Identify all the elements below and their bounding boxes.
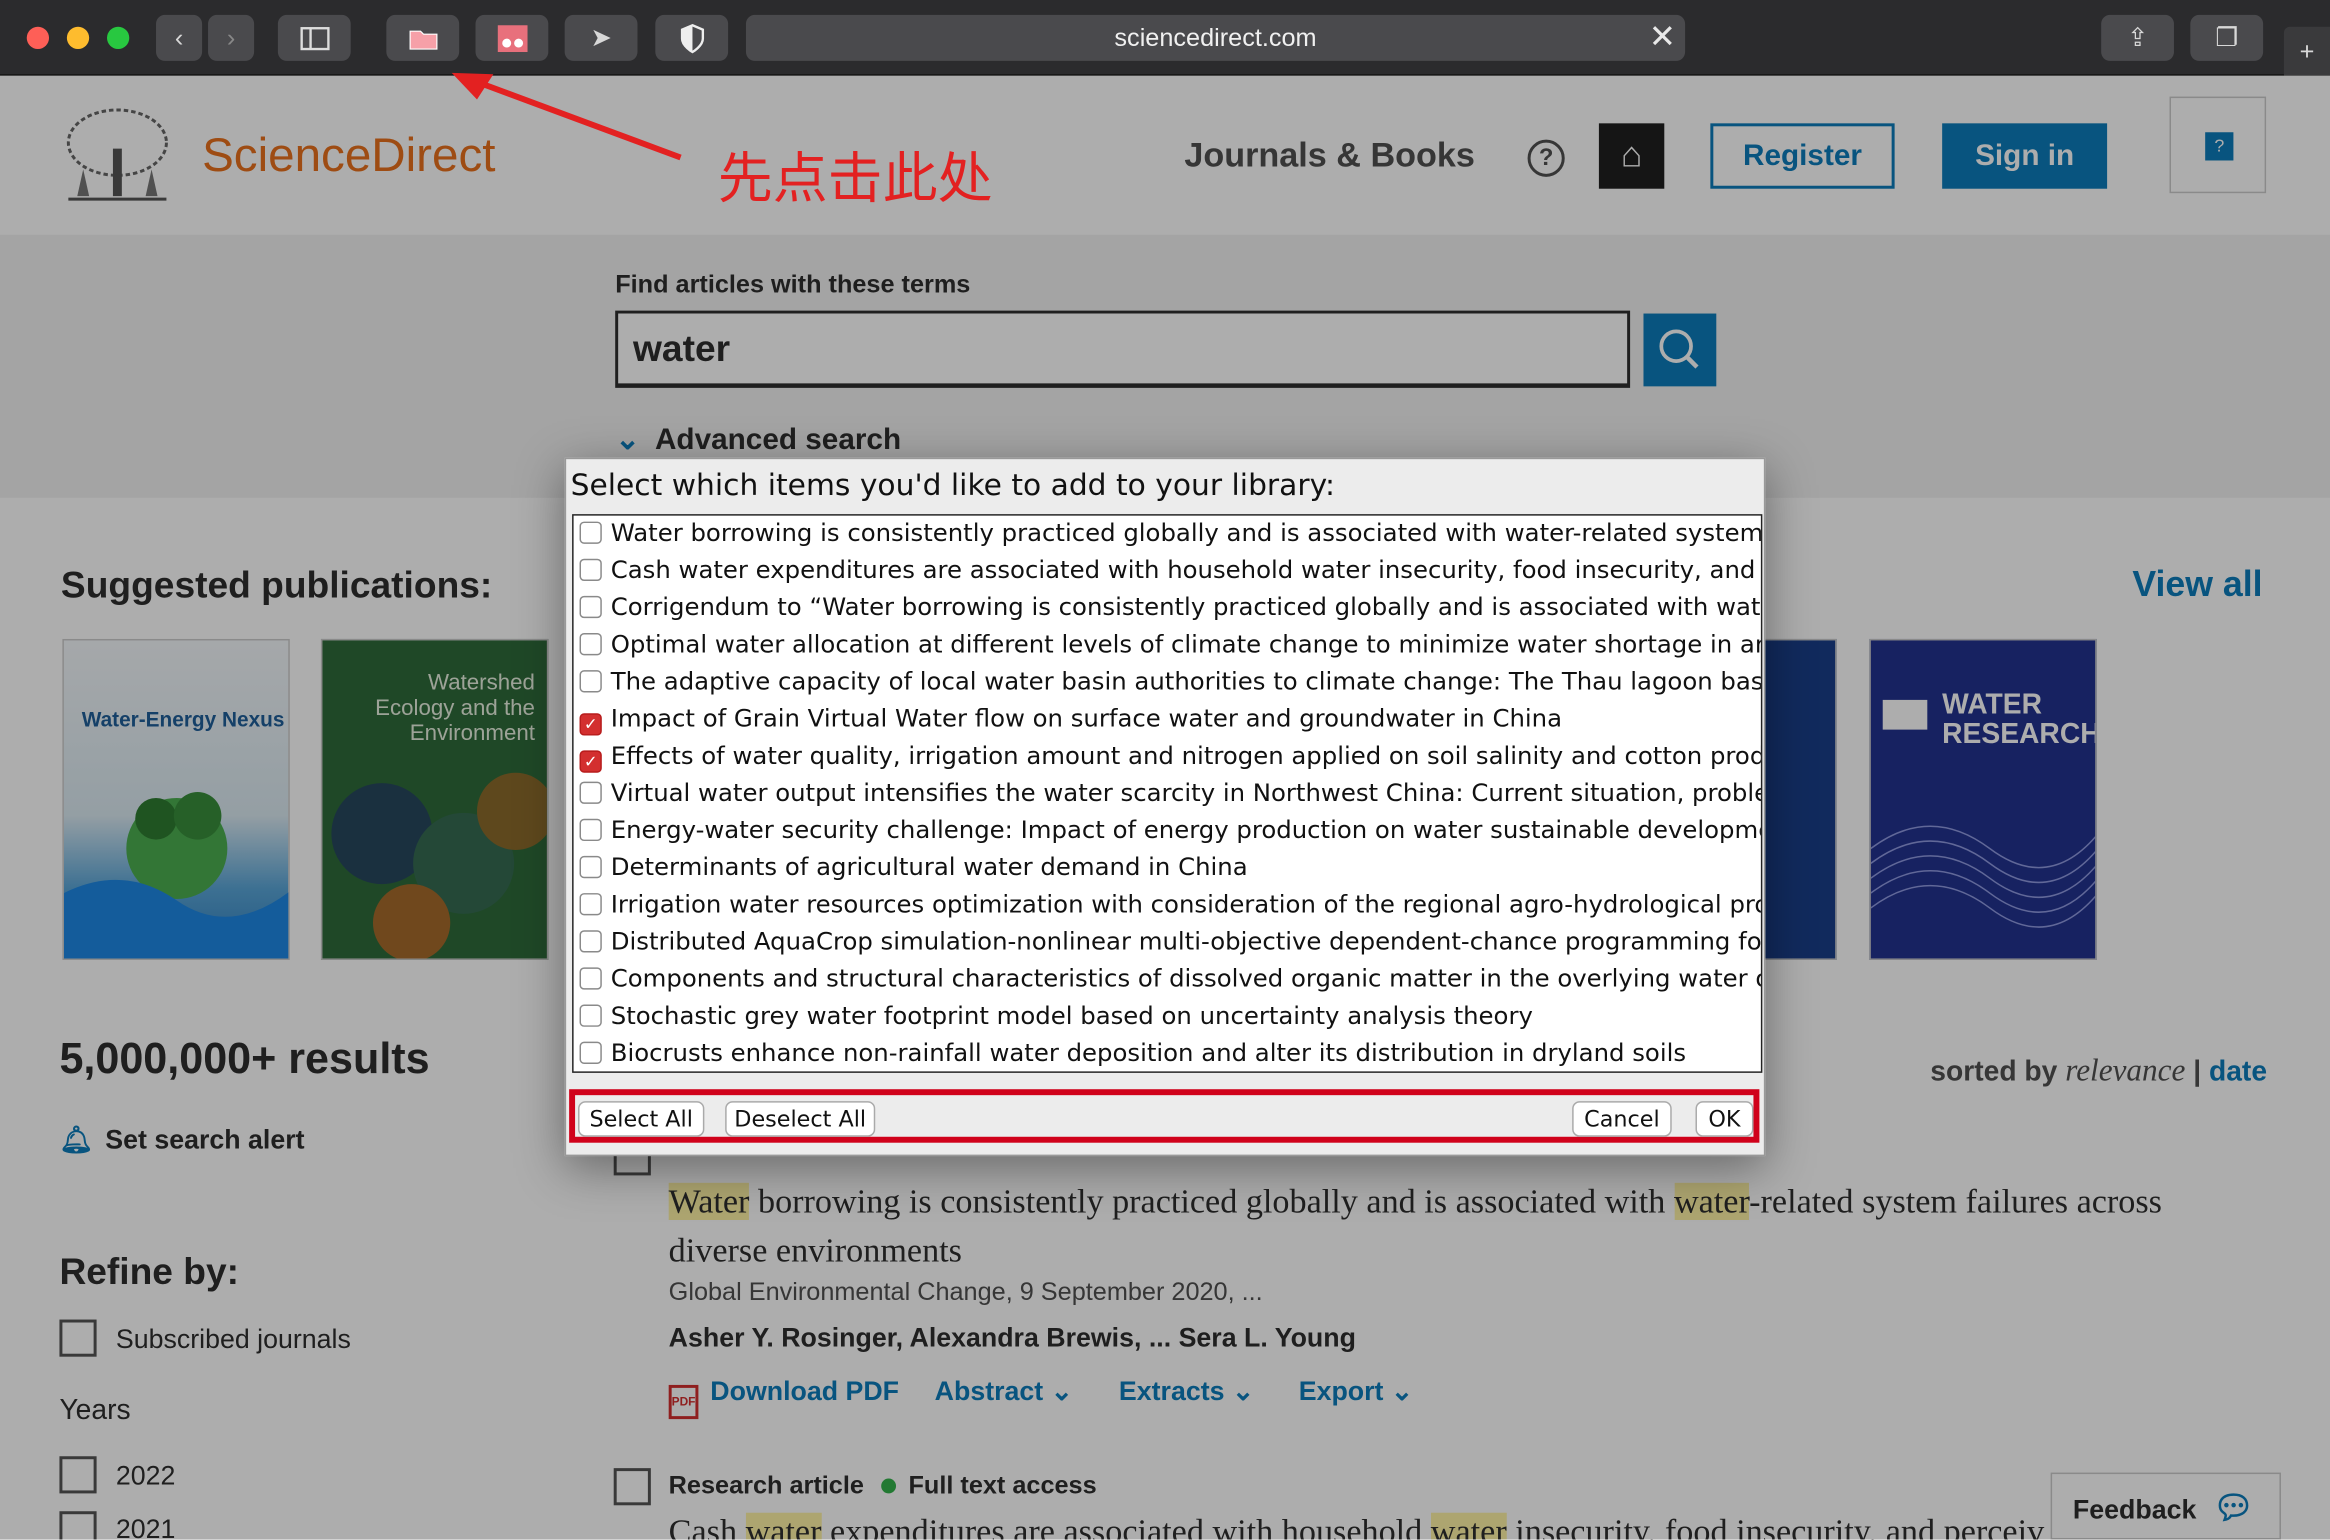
item-label: The adaptive capacity of local water bas… bbox=[610, 667, 1763, 696]
list-item[interactable]: Water borrowing is consistently practice… bbox=[579, 518, 1763, 556]
list-item[interactable]: Corrigendum to “Water borrowing is consi… bbox=[579, 592, 1763, 630]
annotation-arrow-icon bbox=[451, 72, 682, 161]
item-label: Energy-water security challenge: Impact … bbox=[610, 815, 1763, 845]
list-item[interactable]: ✓ Effects of water quality, irrigation am… bbox=[579, 741, 1763, 778]
list-item[interactable]: Virtual water output intensifies the wat… bbox=[579, 778, 1763, 816]
annotation-text: 先点击此处 bbox=[717, 147, 993, 212]
item-checkbox[interactable] bbox=[579, 558, 602, 582]
item-checkbox[interactable] bbox=[579, 521, 602, 544]
ok-button[interactable]: OK bbox=[1695, 1101, 1754, 1137]
deselect-all-button[interactable]: Deselect All bbox=[725, 1101, 876, 1137]
list-item[interactable]: The adaptive capacity of local water bas… bbox=[579, 667, 1763, 704]
address-bar[interactable]: sciencedirect.com ✕ bbox=[745, 14, 1686, 61]
items-list[interactable]: Water borrowing is consistently practice… bbox=[572, 514, 1763, 1073]
list-item[interactable]: Determinants of agricultural water deman… bbox=[579, 852, 1248, 890]
select-all-button[interactable]: Select All bbox=[578, 1101, 705, 1137]
cancel-button[interactable]: Cancel bbox=[1572, 1101, 1672, 1137]
item-label: Corrigendum to “Water borrowing is consi… bbox=[610, 592, 1763, 622]
tabs-icon: ❐ bbox=[2215, 23, 2239, 52]
share-icon: ⇪ bbox=[2126, 23, 2149, 52]
item-checkbox[interactable] bbox=[579, 1041, 602, 1064]
new-tab-button[interactable]: + bbox=[2283, 26, 2330, 76]
item-label: Distributed AquaCrop simulation-nonlinea… bbox=[610, 927, 1763, 956]
tabs-overview-button[interactable]: ❐ bbox=[2190, 14, 2264, 61]
item-label: Virtual water output intensifies the wat… bbox=[610, 778, 1763, 807]
list-item[interactable]: Cash water expenditures are associated w… bbox=[579, 555, 1763, 593]
item-checkbox[interactable] bbox=[579, 670, 602, 693]
item-checkbox[interactable] bbox=[579, 595, 602, 619]
screen: ‹ › ➤ sciencedirect.com ✕ ⇪ ❐ + ScienceD… bbox=[0, 0, 2330, 1540]
add-to-library-dialog: Select which items you'd like to add to … bbox=[564, 457, 1766, 1157]
item-checkbox-checked[interactable]: ✓ bbox=[579, 713, 602, 736]
dialog-button-bar: Select All Deselect All Cancel OK bbox=[569, 1089, 1760, 1143]
item-checkbox[interactable] bbox=[579, 1004, 602, 1027]
dialog-prompt: Select which items you'd like to add to … bbox=[570, 466, 1336, 503]
item-checkbox[interactable] bbox=[579, 781, 602, 804]
plus-icon: + bbox=[2299, 36, 2315, 65]
list-item[interactable]: Components and structural characteristic… bbox=[579, 964, 1763, 1001]
item-checkbox-checked[interactable]: ✓ bbox=[579, 750, 602, 773]
list-item[interactable]: Biocrusts enhance non-rainfall water dep… bbox=[579, 1038, 1687, 1072]
item-checkbox[interactable] bbox=[579, 855, 602, 879]
list-item[interactable]: Distributed AquaCrop simulation-nonlinea… bbox=[579, 927, 1763, 964]
item-checkbox[interactable] bbox=[579, 818, 602, 842]
item-label: Water borrowing is consistently practice… bbox=[610, 518, 1763, 547]
clear-address-icon[interactable]: ✕ bbox=[1649, 18, 1676, 57]
list-item[interactable]: Energy-water security challenge: Impact … bbox=[579, 815, 1763, 853]
item-label: Biocrusts enhance non-rainfall water dep… bbox=[610, 1038, 1687, 1067]
item-checkbox[interactable] bbox=[579, 893, 602, 916]
item-label: Effects of water quality, irrigation amo… bbox=[610, 741, 1763, 770]
item-checkbox[interactable] bbox=[579, 633, 602, 656]
share-button[interactable]: ⇪ bbox=[2101, 14, 2174, 61]
item-label: Determinants of agricultural water deman… bbox=[610, 852, 1248, 882]
item-checkbox[interactable] bbox=[579, 930, 602, 953]
item-label: Optimal water allocation at different le… bbox=[610, 630, 1763, 659]
list-item[interactable]: Irrigation water resources optimization … bbox=[579, 890, 1763, 927]
item-label: Irrigation water resources optimization … bbox=[610, 890, 1763, 919]
list-item[interactable]: Stochastic grey water footprint model ba… bbox=[579, 1001, 1533, 1039]
item-checkbox[interactable] bbox=[579, 967, 602, 990]
url-text: sciencedirect.com bbox=[1114, 23, 1317, 53]
item-label: Components and structural characteristic… bbox=[610, 964, 1763, 993]
list-item[interactable]: ✓ Impact of Grain Virtual Water flow on s… bbox=[579, 704, 1563, 741]
list-item[interactable]: Optimal water allocation at different le… bbox=[579, 630, 1763, 667]
item-label: Impact of Grain Virtual Water flow on su… bbox=[610, 704, 1563, 733]
item-label: Stochastic grey water footprint model ba… bbox=[610, 1001, 1533, 1030]
item-label: Cash water expenditures are associated w… bbox=[610, 555, 1763, 584]
